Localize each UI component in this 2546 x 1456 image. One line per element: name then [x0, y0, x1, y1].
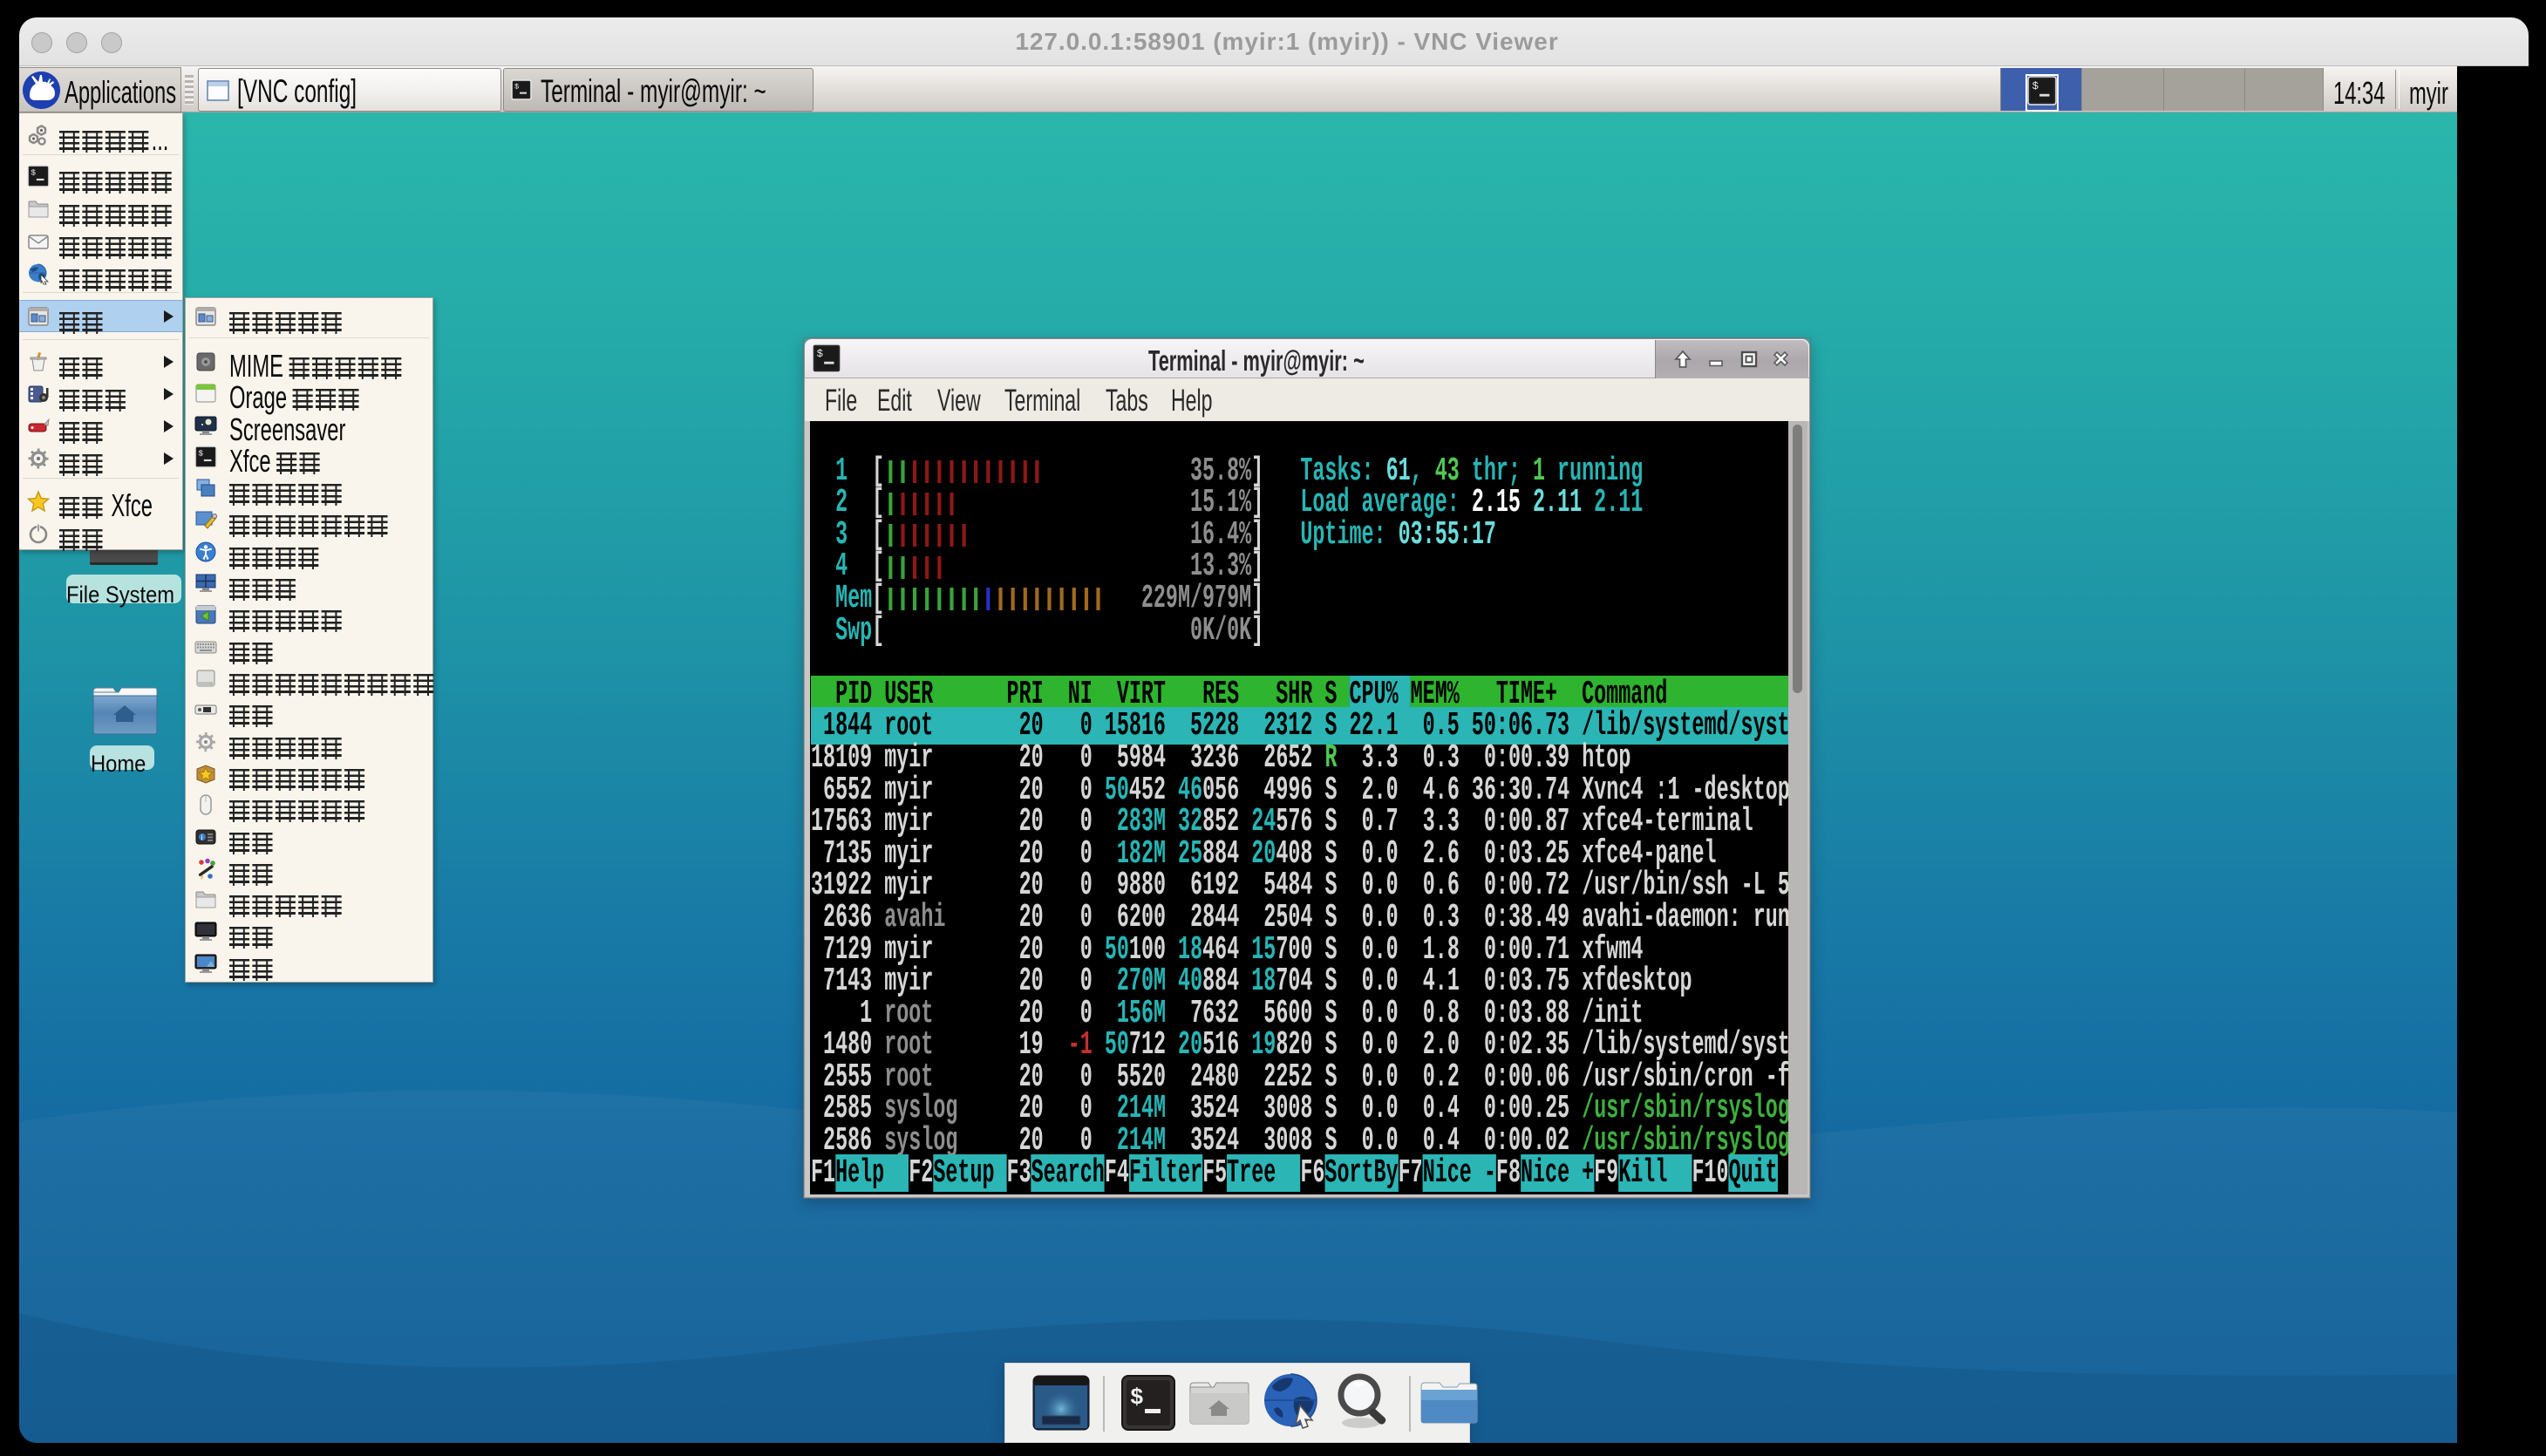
svg-text:$: $	[817, 348, 823, 360]
svg-text:$: $	[198, 449, 203, 459]
svg-text:$: $	[31, 168, 36, 178]
svg-text:$: $	[2032, 80, 2039, 92]
svg-text:i: i	[201, 833, 203, 842]
svg-text:$: $	[514, 83, 519, 92]
svg-text:$: $	[1130, 1385, 1144, 1411]
